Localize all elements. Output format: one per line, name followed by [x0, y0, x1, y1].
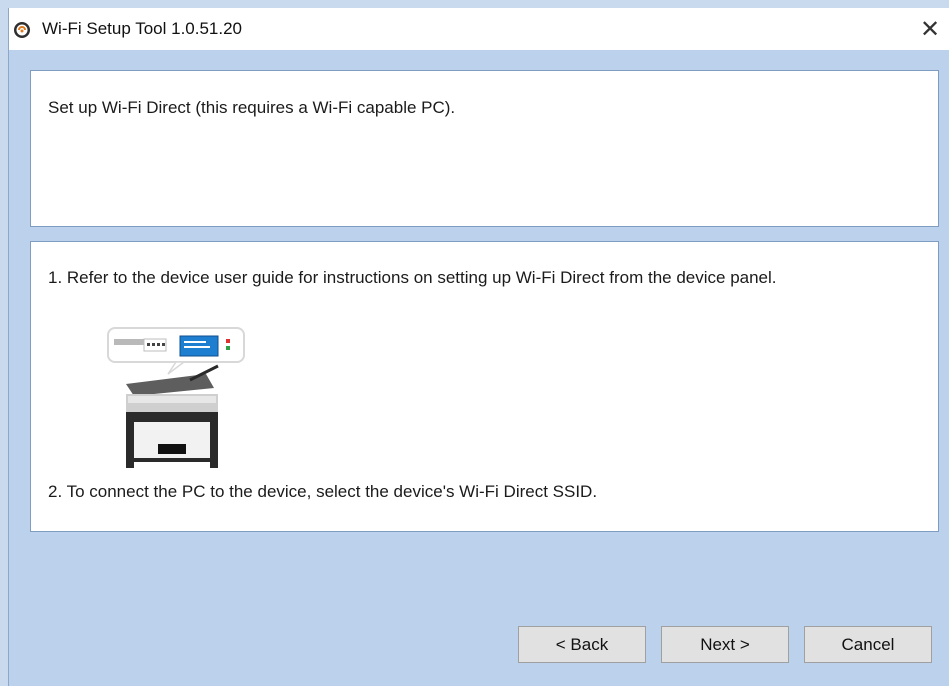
- setup-window: Wi-Fi Setup Tool 1.0.51.20 ✕ Set up Wi-F…: [8, 8, 949, 686]
- step-1-text: 1. Refer to the device user guide for in…: [48, 268, 777, 287]
- printer-illustration-icon: [107, 327, 245, 468]
- step-2-text: 2. To connect the PC to the device, sele…: [48, 482, 598, 501]
- window-title: Wi-Fi Setup Tool 1.0.51.20: [42, 19, 243, 38]
- instructions-panel: 1. Refer to the device user guide for in…: [30, 241, 939, 532]
- header-panel: Set up Wi-Fi Direct (this requires a Wi-…: [30, 70, 939, 227]
- next-button[interactable]: Next >: [661, 626, 789, 663]
- back-button[interactable]: < Back: [518, 626, 646, 663]
- cancel-button[interactable]: Cancel: [804, 626, 932, 663]
- close-icon[interactable]: ✕: [910, 8, 949, 50]
- title-bar[interactable]: Wi-Fi Setup Tool 1.0.51.20 ✕: [9, 8, 949, 50]
- app-icon: [14, 22, 30, 38]
- header-text: Set up Wi-Fi Direct (this requires a Wi-…: [48, 98, 456, 117]
